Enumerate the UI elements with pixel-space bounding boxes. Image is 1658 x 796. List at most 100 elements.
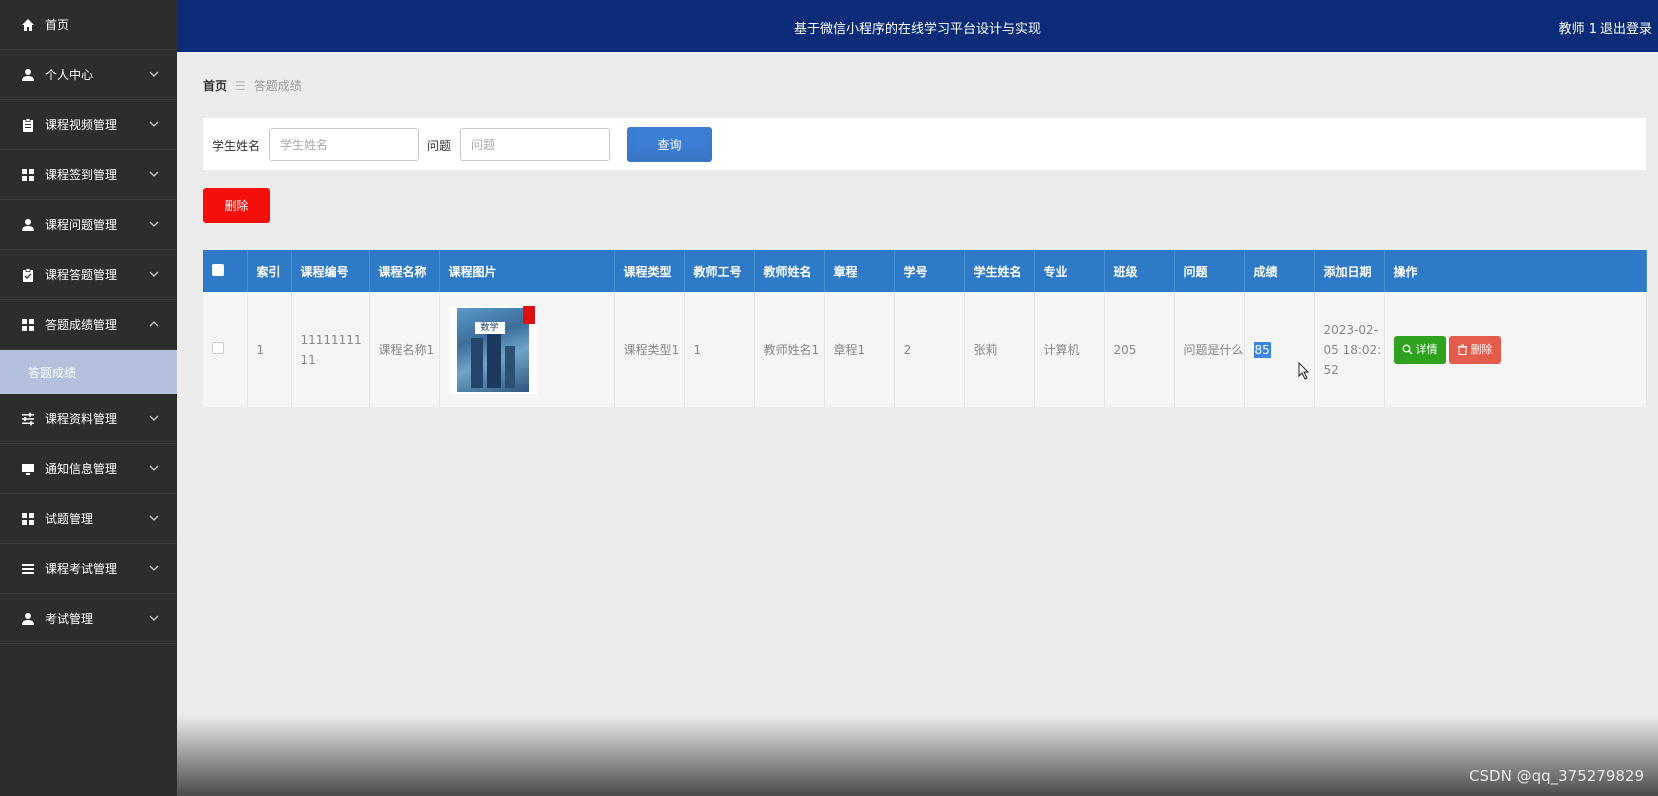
trash-icon [1457, 344, 1467, 355]
cell-class: 205 [1104, 292, 1175, 407]
sidebar-item-exam-questions[interactable]: 试题管理 [0, 494, 177, 544]
grid-icon [20, 511, 36, 527]
sidebar-item-label: 试题管理 [45, 512, 94, 526]
col-header: 操作 [1384, 250, 1647, 292]
watermark: CSDN @qq_375279829 [1469, 767, 1644, 785]
table-row: 1 1111111111 课程名称1 数学 课程类型1 1 教师姓名1 章程1 … [203, 292, 1647, 407]
grid-icon [20, 167, 36, 183]
cell-student-no: 2 [894, 292, 965, 407]
app-title: 基于微信小程序的在线学习平台设计与实现 [793, 22, 1041, 37]
student-name-input[interactable] [269, 128, 419, 161]
sidebar-item-course-video[interactable]: 课程视频管理 [0, 100, 177, 150]
footer-fade [177, 715, 1658, 796]
chevron-down-icon [149, 415, 159, 421]
col-header: 学生姓名 [964, 250, 1035, 292]
home-icon [20, 17, 36, 33]
cell-major: 计算机 [1034, 292, 1105, 407]
cell-course-no: 1111111111 [291, 292, 370, 407]
col-header: 课程类型 [614, 250, 685, 292]
col-header: 章程 [824, 250, 895, 292]
sidebar-item-label: 考试管理 [45, 612, 94, 626]
sidebar-item-exam[interactable]: 考试管理 [0, 594, 177, 644]
chevron-down-icon [149, 465, 159, 471]
query-button[interactable]: 查询 [627, 127, 712, 162]
sidebar-item-label: 课程考试管理 [45, 562, 118, 576]
col-header: 专业 [1034, 250, 1105, 292]
table-header-row: 索引 课程编号 课程名称 课程图片 课程类型 教师工号 教师姓名 章程 学号 学… [203, 250, 1647, 292]
logout-link[interactable]: 退出登录 [1600, 18, 1652, 37]
cell-course-type: 课程类型1 [614, 292, 685, 407]
cell-question: 问题是什么 [1174, 292, 1245, 407]
sidebar-item-course-question[interactable]: 课程问题管理 [0, 200, 177, 250]
list-icon [20, 561, 36, 577]
score-table: 索引 课程编号 课程名称 课程图片 课程类型 教师工号 教师姓名 章程 学号 学… [203, 250, 1647, 407]
mouse-cursor-icon [1298, 362, 1310, 380]
cell-index: 1 [247, 292, 292, 407]
cell-teacher-name: 教师姓名1 [754, 292, 825, 407]
clipboard-check-icon [20, 267, 36, 283]
cell-course-image: 数学 [439, 292, 615, 407]
grid-icon [20, 317, 36, 333]
row-delete-label: 删除 [1470, 342, 1493, 356]
cell-chapter: 章程1 [824, 292, 895, 407]
breadcrumb-home[interactable]: 首页 [203, 77, 227, 94]
row-delete-button[interactable]: 删除 [1448, 335, 1501, 364]
chevron-down-icon [149, 121, 159, 127]
cell-student-name: 张莉 [964, 292, 1035, 407]
sidebar-item-label: 课程答题管理 [45, 268, 118, 282]
sidebar-subitem-answer-score[interactable]: 答题成绩 [0, 350, 177, 394]
student-name-label: 学生姓名 [212, 139, 261, 153]
sidebar-item-label: 课程视频管理 [45, 118, 118, 132]
col-header: 班级 [1104, 250, 1175, 292]
row-checkbox[interactable] [203, 292, 248, 407]
col-header: 添加日期 [1314, 250, 1385, 292]
sidebar-item-course-signin[interactable]: 课程签到管理 [0, 150, 177, 200]
sidebar-item-notice[interactable]: 通知信息管理 [0, 444, 177, 494]
sidebar-item-personal-center[interactable]: 个人中心 [0, 50, 177, 100]
cell-score: 85 [1244, 292, 1315, 407]
col-header: 学号 [894, 250, 965, 292]
breadcrumb: 首页 ☰ 答题成绩 [203, 77, 302, 94]
book-title: 数学 [474, 321, 505, 334]
monitor-icon [20, 461, 36, 477]
detail-button[interactable]: 详情 [1393, 335, 1446, 364]
col-header: 教师姓名 [754, 250, 825, 292]
batch-delete-button[interactable]: 删除 [203, 188, 270, 223]
col-header: 课程图片 [439, 250, 615, 292]
sidebar-item-label: 课程问题管理 [45, 218, 118, 232]
sidebar-item-course-answer[interactable]: 课程答题管理 [0, 250, 177, 300]
user-icon [20, 67, 36, 83]
col-header: 索引 [247, 250, 292, 292]
sidebar-item-label: 首页 [45, 18, 70, 32]
sidebar: 首页 个人中心 课程视频管理 课程签到管理 课程问题管理 课程答题管理 答题成绩… [0, 0, 177, 796]
sidebar-item-label: 课程资料管理 [45, 412, 118, 426]
question-input[interactable] [460, 128, 610, 161]
breadcrumb-separator-icon: ☰ [235, 78, 246, 93]
select-all-checkbox[interactable] [203, 250, 248, 292]
cell-teacher-no: 1 [684, 292, 755, 407]
chevron-down-icon [149, 221, 159, 227]
cell-date: 2023-02-05 18:02:52 [1314, 292, 1385, 407]
sidebar-item-answer-score[interactable]: 答题成绩管理 [0, 300, 177, 350]
score-value: 85 [1253, 341, 1271, 358]
question-label: 问题 [427, 139, 452, 153]
col-header: 教师工号 [684, 250, 755, 292]
col-header: 成绩 [1244, 250, 1315, 292]
sidebar-item-home[interactable]: 首页 [0, 0, 177, 50]
chevron-down-icon [149, 615, 159, 621]
sidebar-item-label: 答题成绩管理 [45, 318, 118, 332]
chevron-down-icon [149, 71, 159, 77]
breadcrumb-current: 答题成绩 [253, 79, 302, 93]
current-user: 教师 1 [1558, 22, 1597, 37]
sliders-icon [20, 411, 36, 427]
sidebar-item-label: 个人中心 [45, 68, 94, 82]
sidebar-item-course-material[interactable]: 课程资料管理 [0, 394, 177, 444]
cell-course-name: 课程名称1 [369, 292, 440, 407]
chevron-down-icon [149, 565, 159, 571]
chevron-down-icon [149, 171, 159, 177]
sidebar-item-label: 课程签到管理 [45, 168, 118, 182]
sidebar-item-course-exam[interactable]: 课程考试管理 [0, 544, 177, 594]
user-icon [20, 611, 36, 627]
col-header: 课程名称 [369, 250, 440, 292]
search-icon [1402, 344, 1412, 355]
